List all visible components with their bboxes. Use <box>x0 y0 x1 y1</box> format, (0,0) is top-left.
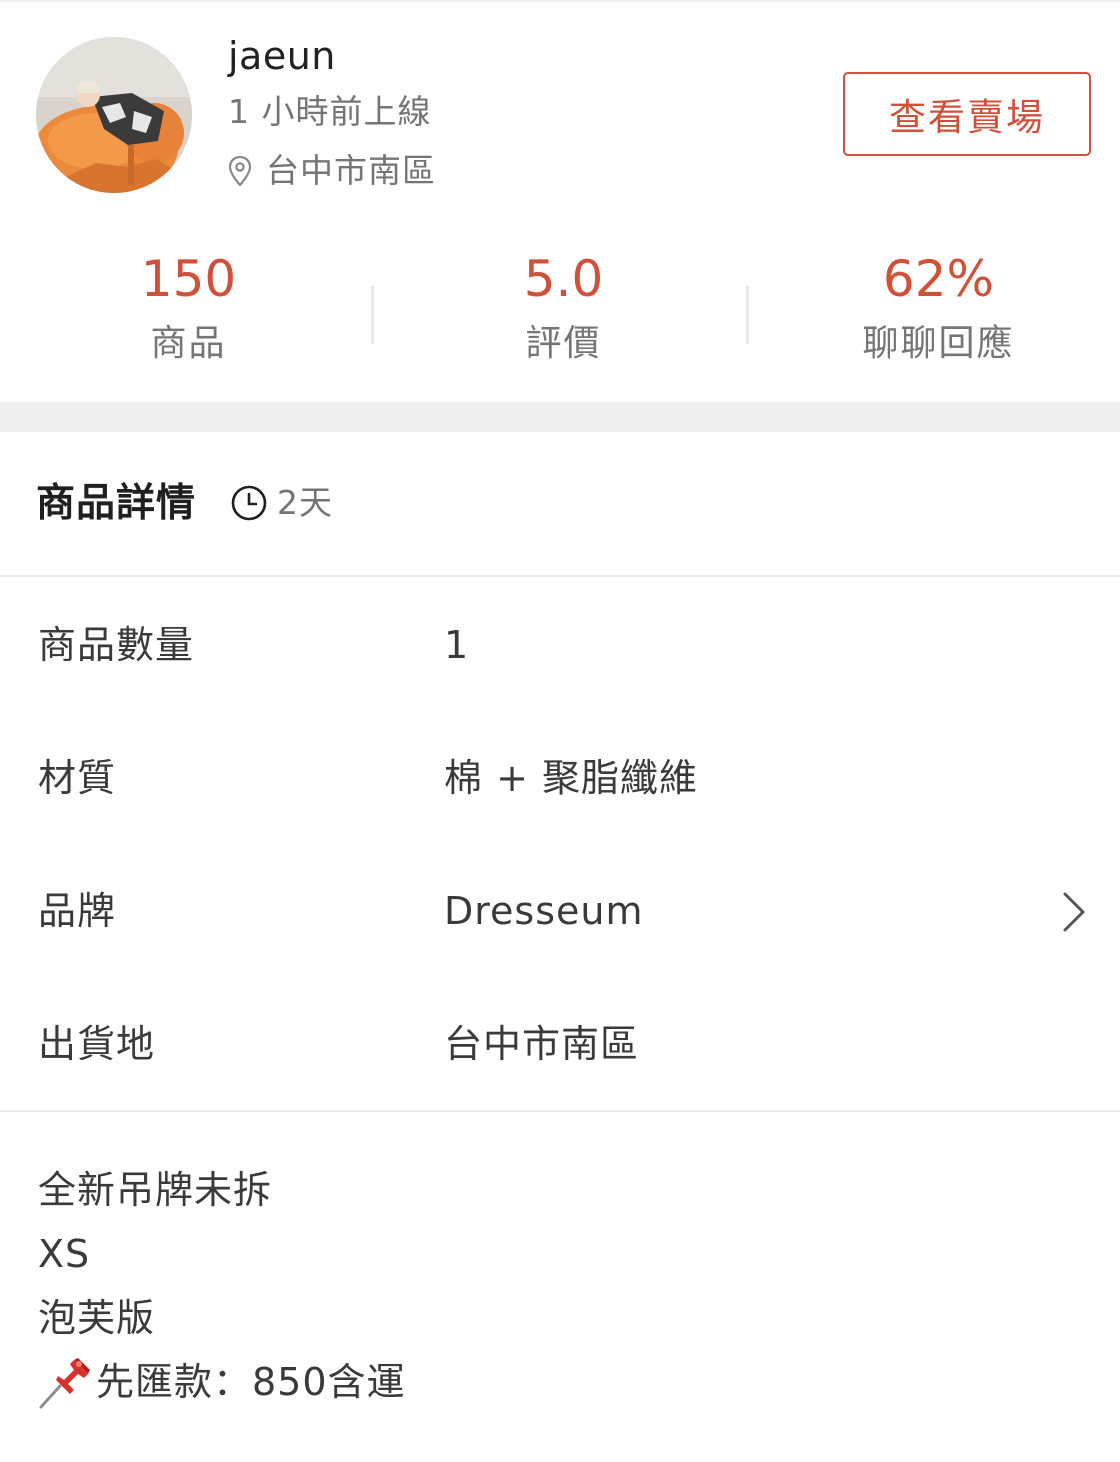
spec-value: 台中市南區 <box>444 1022 640 1066</box>
seller-stats: 150 商品 5.0 評價 62% 聊聊回應 <box>0 240 1120 370</box>
description-text: 全新吊牌未拆 <box>38 1168 273 1212</box>
clock-icon <box>230 484 268 522</box>
spec-label: 出貨地 <box>38 1022 156 1066</box>
spec-label: 品牌 <box>38 889 117 933</box>
stat-value: 62% <box>882 250 995 308</box>
spec-value: 棉 + 聚脂纖維 <box>444 756 698 800</box>
pushpin-icon <box>38 1354 96 1410</box>
section-gap <box>0 402 1120 432</box>
spec-row-ship-from: 出貨地 台中市南區 <box>0 978 1120 1111</box>
spec-row-material: 材質 棉 + 聚脂纖維 <box>0 712 1120 845</box>
stat-value: 150 <box>140 250 237 308</box>
stat-divider <box>371 286 374 344</box>
spec-row-quantity: 商品數量 1 <box>0 579 1120 712</box>
chevron-right-icon[interactable] <box>1060 890 1088 934</box>
view-shop-button[interactable]: 查看賣場 <box>843 72 1091 156</box>
detail-title: 商品詳情 <box>36 481 197 526</box>
stat-products[interactable]: 150 商品 <box>2 240 375 370</box>
stat-label: 評價 <box>525 323 602 364</box>
stat-label: 商品 <box>150 323 227 364</box>
description-line: 先匯款：850含運 <box>38 1350 1078 1414</box>
stat-chat-response: 62% 聊聊回應 <box>752 240 1120 370</box>
description-line: 全新吊牌未拆 <box>38 1158 1078 1222</box>
product-description: 全新吊牌未拆 XS 泡芙版 先匯款：850含運 <box>38 1158 1078 1414</box>
avatar[interactable] <box>36 37 192 193</box>
top-divider <box>0 0 1120 2</box>
detail-header: 商品詳情 2天 <box>0 432 1120 576</box>
description-line: 泡芙版 <box>38 1286 1078 1350</box>
description-text: 先匯款：850含運 <box>96 1360 406 1404</box>
location-pin-icon <box>226 154 254 188</box>
description-line: XS <box>38 1222 1078 1286</box>
seller-name[interactable]: jaeun <box>228 30 336 82</box>
listed-age: 2天 <box>277 483 333 522</box>
divider <box>0 1110 1120 1112</box>
spec-label: 材質 <box>38 756 117 800</box>
seller-location: 台中市南區 <box>226 146 436 196</box>
avatar-photo-icon <box>36 37 192 193</box>
seller-location-text: 台中市南區 <box>266 151 436 190</box>
spec-row-brand[interactable]: 品牌 Dresseum <box>0 845 1120 978</box>
stat-value: 5.0 <box>523 250 604 308</box>
description-text: 泡芙版 <box>38 1296 156 1340</box>
product-detail-page: jaeun 1 小時前上線 台中市南區 查看賣場 150 商品 5.0 評價 6 <box>0 0 1120 1462</box>
spec-label: 商品數量 <box>38 623 195 667</box>
stat-rating[interactable]: 5.0 評價 <box>377 240 750 370</box>
divider <box>0 575 1120 577</box>
spec-value: 1 <box>444 623 470 667</box>
stat-divider <box>746 286 749 344</box>
seller-card: jaeun 1 小時前上線 台中市南區 查看賣場 150 商品 5.0 評價 6 <box>0 0 1120 402</box>
seller-online-status: 1 小時前上線 <box>228 92 432 131</box>
description-text: XS <box>38 1232 91 1276</box>
spec-value: Dresseum <box>444 889 644 933</box>
stat-label: 聊聊回應 <box>862 323 1015 364</box>
